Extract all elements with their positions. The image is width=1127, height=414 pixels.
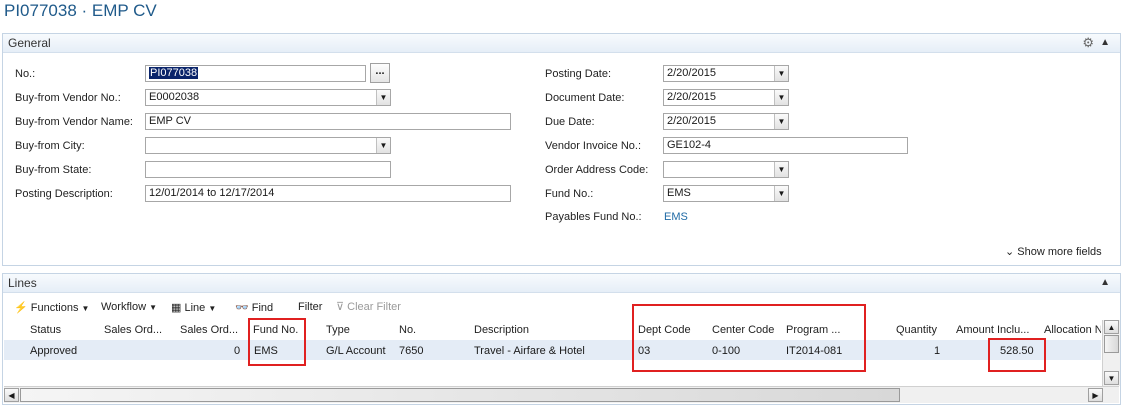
filter-button[interactable]: Filter	[298, 301, 322, 313]
vendor-no-field[interactable]: E0002038 ▼	[145, 89, 391, 106]
payables-fund-link[interactable]: EMS	[664, 211, 688, 223]
lightning-icon: ⚡	[14, 302, 28, 314]
binoculars-icon: 👓	[235, 302, 249, 314]
col-sales-ord-1[interactable]: Sales Ord...	[104, 324, 162, 336]
payables-fund-label: Payables Fund No.:	[545, 211, 642, 223]
document-date-value: 2/20/2015	[667, 91, 716, 103]
workflow-label: Workflow	[101, 301, 147, 313]
state-field[interactable]	[145, 161, 391, 178]
due-date-dropdown-icon[interactable]: ▼	[774, 114, 788, 129]
cell-sales-ord-2[interactable]: 0	[234, 345, 240, 357]
no-label: No.:	[15, 68, 36, 80]
col-status[interactable]: Status	[30, 324, 61, 336]
cell-quantity[interactable]: 1	[934, 345, 940, 357]
line-label: Line	[184, 302, 206, 314]
fund-no-field[interactable]: EMS ▼	[663, 185, 789, 202]
vendor-invoice-field[interactable]: GE102-4	[663, 137, 908, 154]
general-title: General	[8, 36, 51, 50]
collapse-chevron-up-icon[interactable]: ▲	[1100, 37, 1110, 48]
show-more-label: Show more fields	[1017, 246, 1102, 258]
workflow-menu[interactable]: Workflow ▼	[101, 301, 157, 313]
due-date-field[interactable]: 2/20/2015 ▼	[663, 113, 789, 130]
cell-status[interactable]: Approved	[30, 345, 77, 357]
horizontal-scrollbar[interactable]: ◀ ▶	[4, 386, 1119, 403]
clear-filter-icon: ⊽	[336, 301, 345, 313]
vendor-name-label: Buy-from Vendor Name:	[15, 116, 133, 128]
order-address-field[interactable]: ▼	[663, 161, 789, 178]
posting-description-label: Posting Description:	[15, 188, 113, 200]
page-title: PI077038 · EMP CV	[4, 1, 157, 20]
scroll-left-icon[interactable]: ◀	[4, 388, 19, 402]
vendor-no-label: Buy-from Vendor No.:	[15, 92, 121, 104]
order-address-dropdown-icon[interactable]: ▼	[774, 162, 788, 177]
vendor-name-field[interactable]: EMP CV	[145, 113, 511, 130]
filter-label: Filter	[298, 301, 323, 313]
scroll-up-icon[interactable]: ▲	[1104, 320, 1119, 334]
city-label: Buy-from City:	[15, 140, 85, 152]
fund-no-label: Fund No.:	[545, 188, 594, 200]
state-label: Buy-from State:	[15, 164, 92, 176]
due-date-value: 2/20/2015	[667, 115, 716, 127]
line-menu[interactable]: ▦ Line ▼	[171, 301, 216, 314]
no-field[interactable]: PI077038	[145, 65, 366, 82]
vertical-scrollbar[interactable]: ▲ ▼	[1102, 320, 1120, 386]
order-address-label: Order Address Code:	[545, 164, 649, 176]
scroll-right-icon[interactable]: ▶	[1088, 388, 1103, 402]
general-header[interactable]: General ⚙ ▲	[3, 34, 1120, 53]
vendor-name-value: EMP CV	[149, 115, 191, 127]
find-button[interactable]: 👓 Find	[235, 301, 273, 314]
col-quantity[interactable]: Quantity	[896, 324, 937, 336]
no-assist-button[interactable]: ...	[370, 63, 390, 83]
posting-date-value: 2/20/2015	[667, 67, 716, 79]
col-type[interactable]: Type	[326, 324, 350, 336]
posting-date-dropdown-icon[interactable]: ▼	[774, 66, 788, 81]
posting-description-value: 12/01/2014 to 12/17/2014	[149, 187, 275, 199]
col-amount-incl[interactable]: Amount Inclu...	[956, 324, 1029, 336]
no-value: PI077038	[149, 67, 199, 79]
clear-filter-button[interactable]: ⊽ Clear Filter	[336, 300, 401, 313]
vendor-invoice-label: Vendor Invoice No.:	[545, 140, 642, 152]
document-date-label: Document Date:	[545, 92, 625, 104]
functions-chevron-down-icon: ▼	[81, 304, 90, 313]
functions-menu[interactable]: ⚡ Functions ▼	[14, 301, 89, 314]
col-description[interactable]: Description	[474, 324, 529, 336]
col-allocation-no[interactable]: Allocation No	[1044, 324, 1101, 336]
lines-header[interactable]: Lines ▲	[3, 274, 1120, 293]
functions-label: Functions	[30, 302, 79, 314]
dimension-codes-highlight-box	[632, 304, 866, 372]
scroll-down-icon[interactable]: ▼	[1104, 371, 1119, 385]
document-date-field[interactable]: 2/20/2015 ▼	[663, 89, 789, 106]
customize-gear-icon[interactable]: ⚙	[1082, 35, 1094, 51]
posting-description-field[interactable]: 12/01/2014 to 12/17/2014	[145, 185, 511, 202]
fund-no-dropdown-icon[interactable]: ▼	[774, 186, 788, 201]
line-chevron-down-icon: ▼	[208, 304, 217, 313]
amount-highlight-box	[988, 338, 1046, 372]
find-label: Find	[251, 302, 274, 314]
grid-icon: ▦	[171, 302, 182, 314]
posting-date-label: Posting Date:	[545, 68, 612, 80]
show-more-fields[interactable]: ⌄ Show more fields	[1005, 245, 1102, 258]
city-field[interactable]: ▼	[145, 137, 391, 154]
cell-description[interactable]: Travel - Airfare & Hotel	[474, 345, 585, 357]
chevron-down-icon: ⌄	[1005, 246, 1015, 258]
cell-no[interactable]: 7650	[399, 345, 423, 357]
due-date-label: Due Date:	[545, 116, 595, 128]
document-date-dropdown-icon[interactable]: ▼	[774, 90, 788, 105]
vendor-invoice-value: GE102-4	[667, 139, 712, 151]
lines-title: Lines	[8, 276, 37, 290]
col-sales-ord-2[interactable]: Sales Ord...	[180, 324, 238, 336]
vendor-no-dropdown-icon[interactable]: ▼	[376, 90, 390, 105]
vendor-no-value: E0002038	[149, 91, 200, 103]
clear-filter-label: Clear Filter	[347, 301, 401, 313]
cell-type[interactable]: G/L Account	[326, 345, 386, 357]
horizontal-scroll-thumb[interactable]	[20, 388, 900, 402]
lines-collapse-chevron-up-icon[interactable]: ▲	[1100, 277, 1110, 288]
fund-no-highlight-box	[248, 318, 306, 366]
city-dropdown-icon[interactable]: ▼	[376, 138, 390, 153]
vertical-scroll-thumb[interactable]	[1104, 335, 1119, 353]
fund-no-value: EMS	[667, 187, 691, 199]
workflow-chevron-down-icon: ▼	[149, 303, 158, 312]
col-no[interactable]: No.	[399, 324, 416, 336]
posting-date-field[interactable]: 2/20/2015 ▼	[663, 65, 789, 82]
